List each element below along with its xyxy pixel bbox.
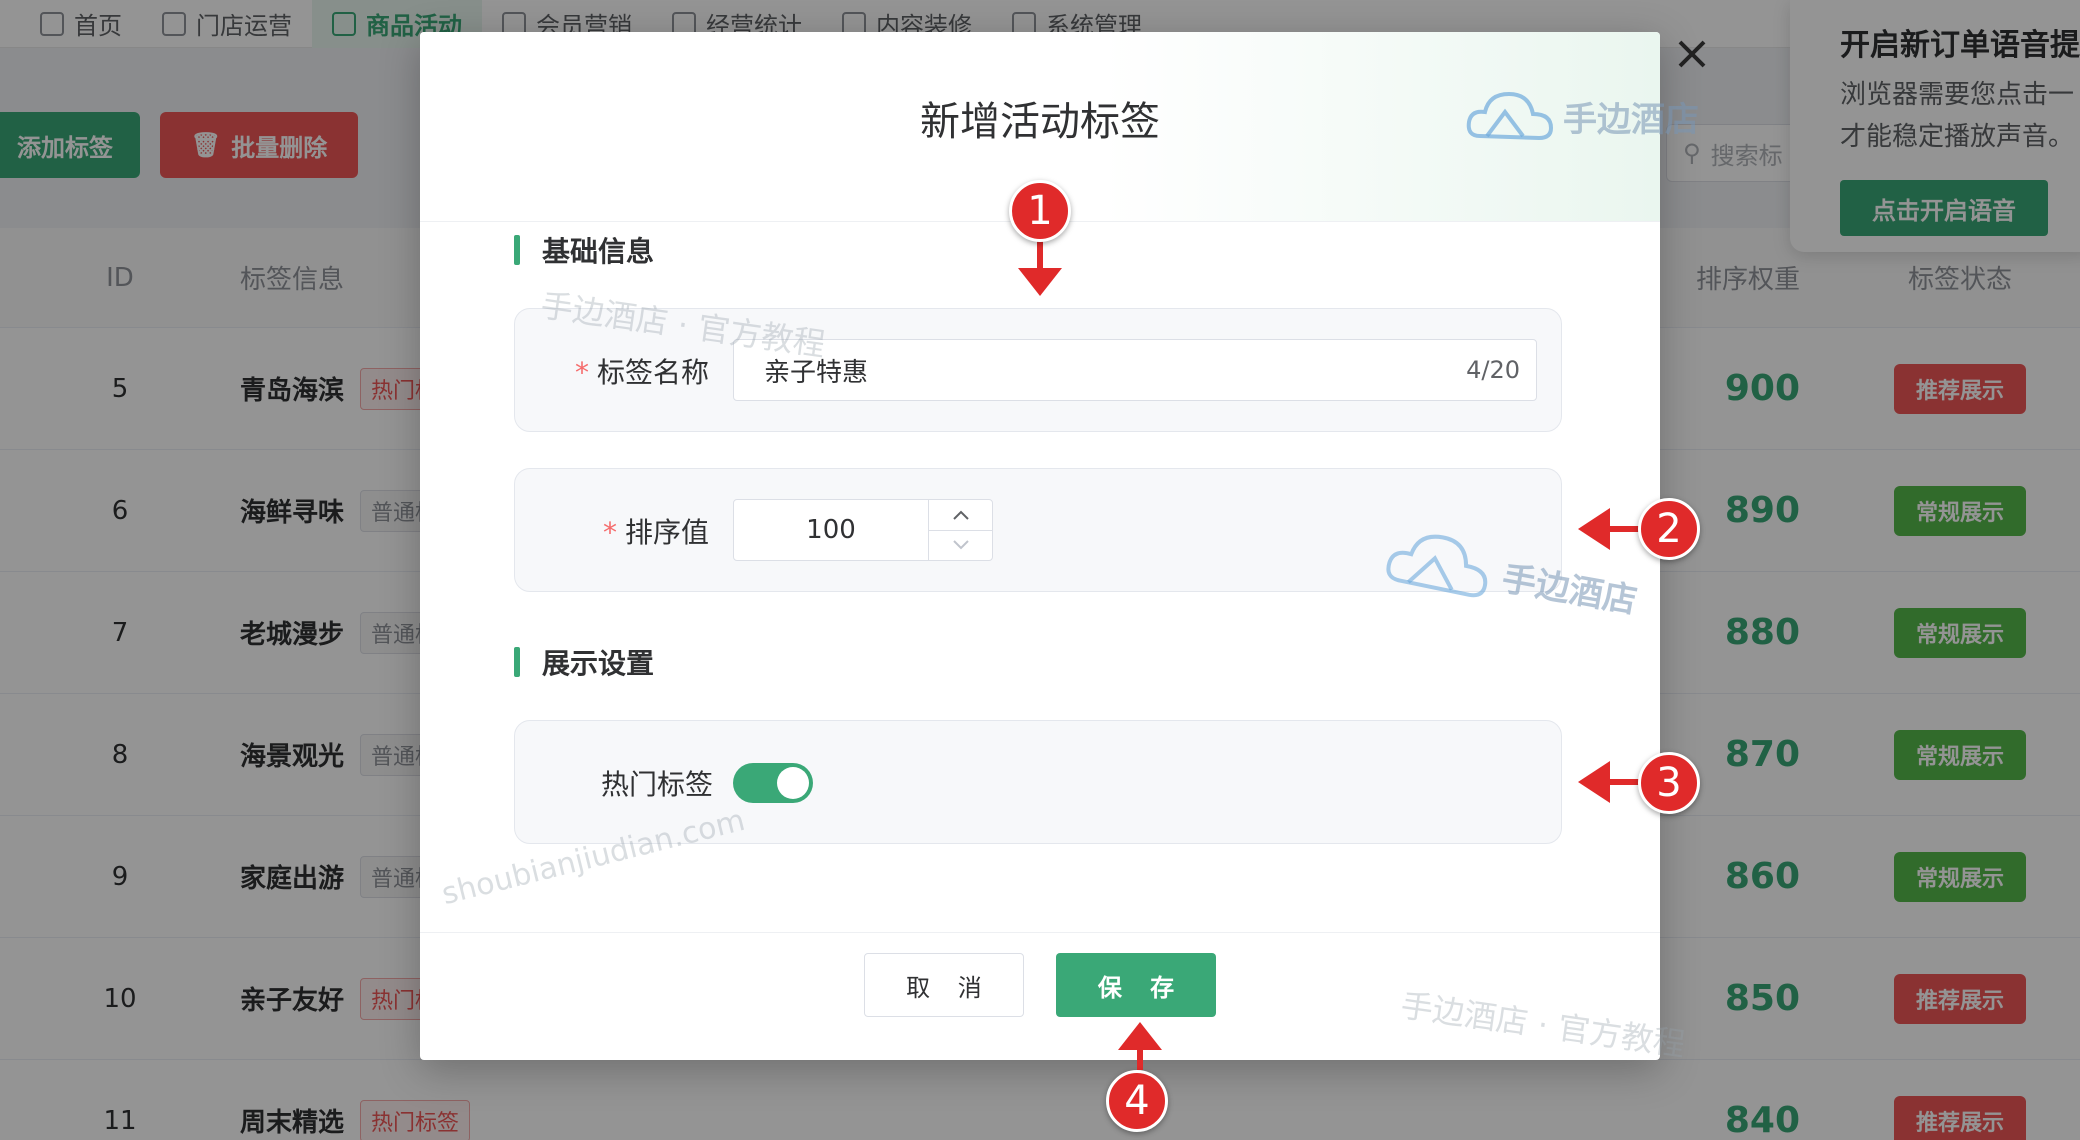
arrow-down-icon xyxy=(1018,240,1062,296)
tag-name-value: 亲子特惠 xyxy=(764,357,869,388)
arrow-left-icon xyxy=(1578,761,1646,803)
cloud-logo-icon xyxy=(1466,91,1554,141)
section-basic-title: 基础信息 xyxy=(514,230,654,270)
section-display-title: 展示设置 xyxy=(514,642,654,682)
step-marker-3: 3 xyxy=(1638,752,1700,814)
sort-stepper[interactable]: 100 xyxy=(733,499,993,561)
chevron-up-icon xyxy=(952,510,969,520)
save-button[interactable]: 保 存 xyxy=(1056,953,1216,1017)
arrow-up-icon xyxy=(1118,1022,1162,1070)
char-count: 4/20 xyxy=(1466,356,1520,384)
tag-name-label: * 标签名称 xyxy=(575,356,710,389)
chevron-down-icon xyxy=(952,540,969,550)
cancel-button[interactable]: 取 消 xyxy=(864,953,1024,1017)
decrement-button[interactable] xyxy=(929,529,992,561)
brand-watermark-1: 手边酒店 xyxy=(1465,86,1699,146)
hot-tag-label: 热门标签 xyxy=(601,768,714,801)
sort-value: 100 xyxy=(806,515,856,545)
sort-label: * 排序值 xyxy=(603,516,710,549)
step-marker-2: 2 xyxy=(1638,498,1700,560)
hot-tag-switch[interactable] xyxy=(733,763,813,803)
tag-name-input[interactable]: 亲子特惠 4/20 xyxy=(733,339,1537,401)
step-marker-1: 1 xyxy=(1009,180,1071,242)
arrow-left-icon xyxy=(1578,508,1646,550)
step-marker-4: 4 xyxy=(1106,1070,1168,1132)
dialog-title: 新增活动标签 xyxy=(920,98,1160,145)
close-icon[interactable] xyxy=(1672,34,1712,74)
increment-button[interactable] xyxy=(929,500,992,530)
